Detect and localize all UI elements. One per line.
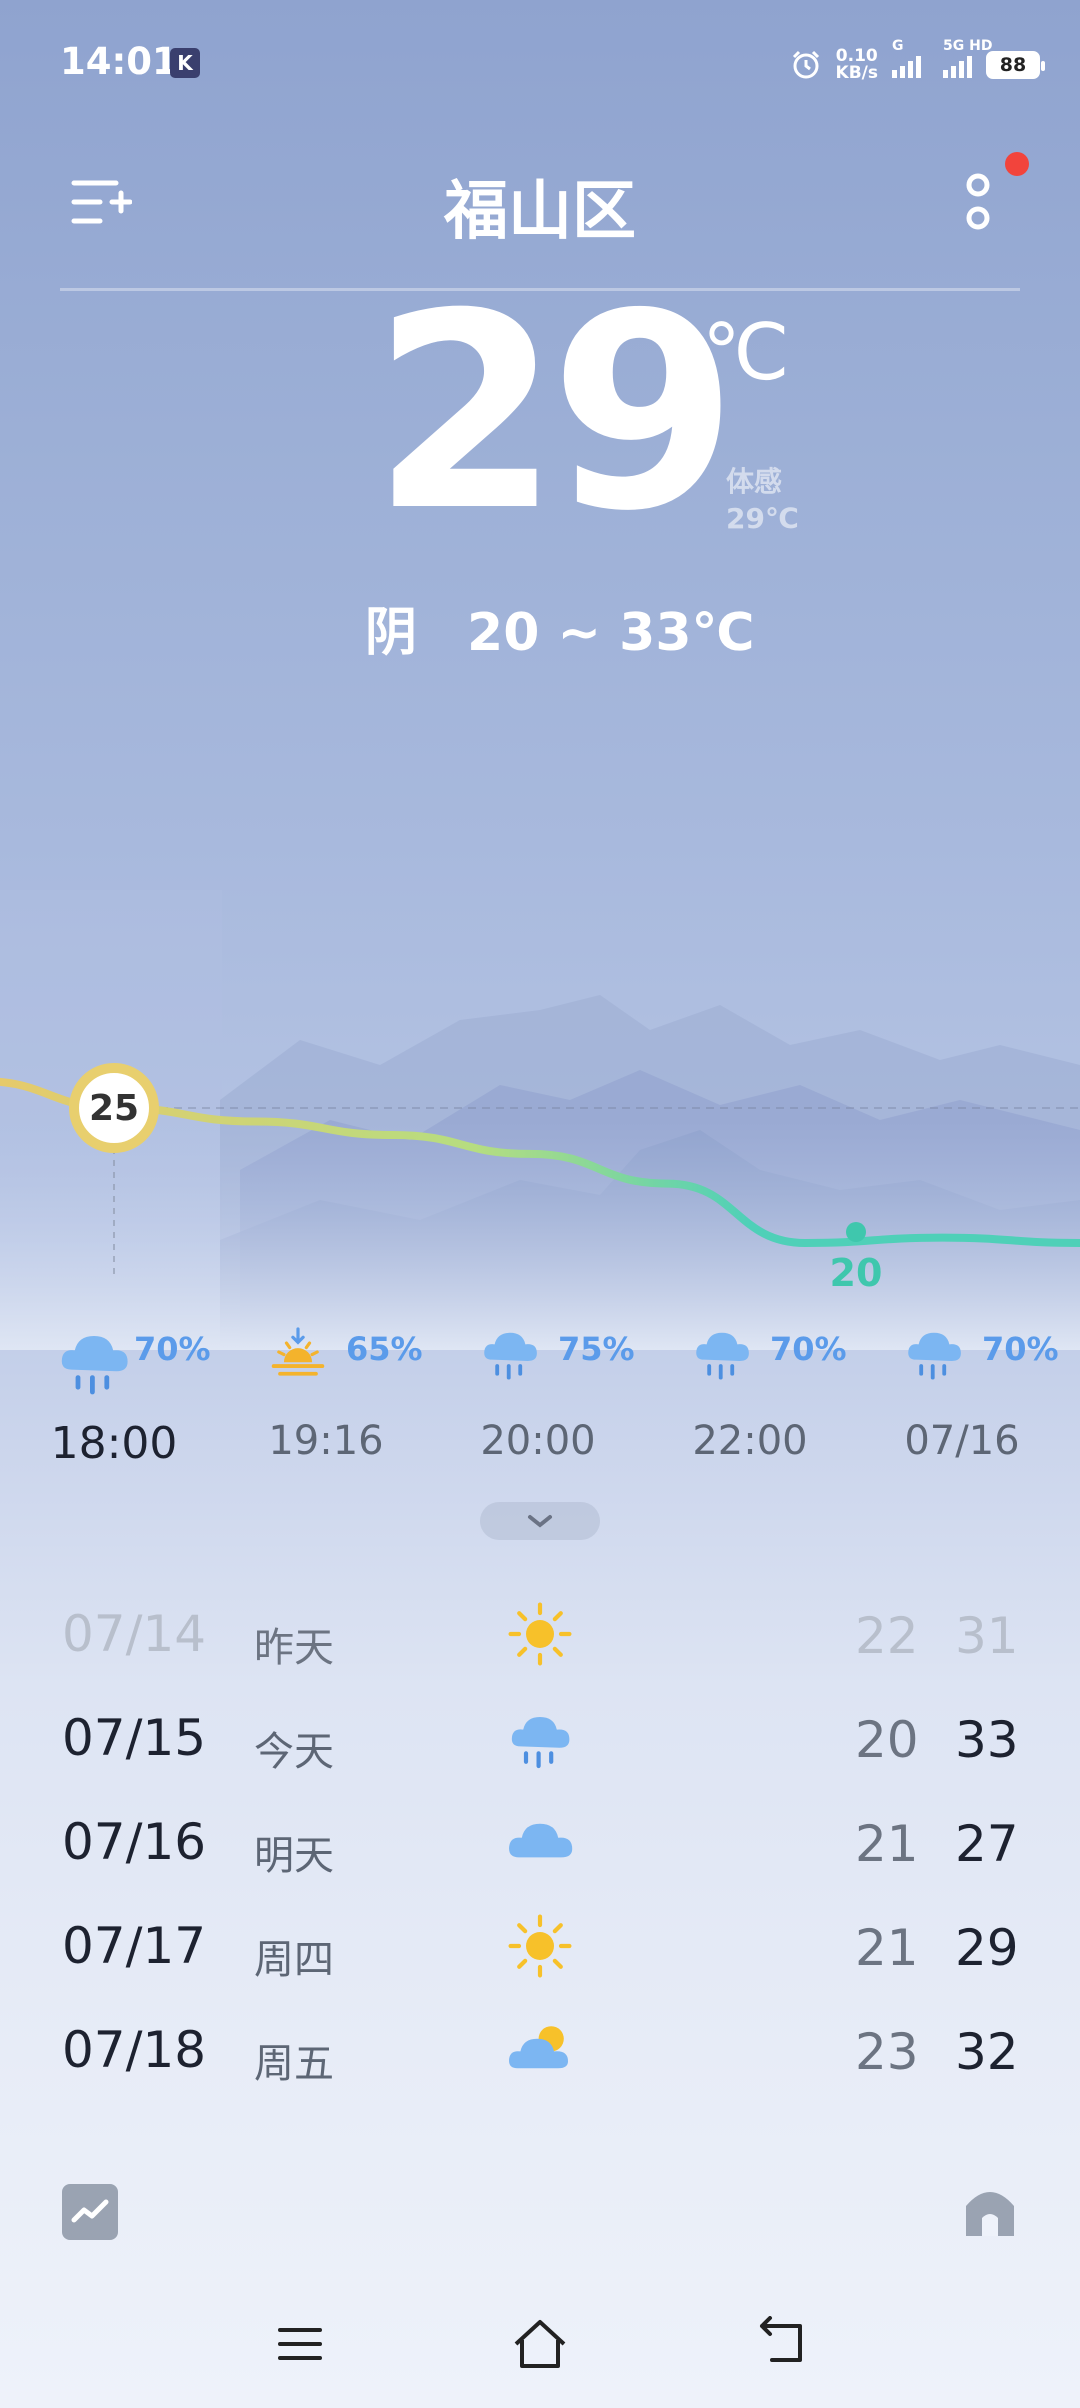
rain-cloud-icon (696, 1332, 749, 1380)
hourly-time: 20:00 (480, 1418, 596, 1464)
temperature-unit: ℃ (702, 308, 790, 398)
more-options-icon[interactable] (960, 170, 1000, 240)
daily-high-temp: 27 (955, 1815, 1019, 1873)
chevron-down-icon (528, 1515, 552, 1528)
daily-row[interactable]: 07/14 昨天 22 31 (0, 1585, 1080, 1685)
daily-high-temp: 29 (955, 1919, 1019, 1977)
hourly-time: 19:16 (268, 1418, 384, 1464)
signal-5g-icon: 5G HD (943, 38, 992, 78)
temperature-curve (0, 1077, 1080, 1248)
expand-handle[interactable] (480, 1502, 600, 1540)
hourly-item[interactable]: 65% 19:16 (226, 1320, 426, 1464)
hourly-item[interactable]: 70% 07/16 (862, 1320, 1062, 1464)
hourly-time: 18:00 (50, 1418, 178, 1469)
hourly-icon-wrap (54, 1320, 144, 1400)
min-temp-point (846, 1222, 866, 1242)
daily-low-temp: 21 (855, 1919, 919, 1977)
status-icons: 0.10 KB/s G 5G HD 88 (790, 38, 1045, 90)
daily-low-temp: 22 (855, 1607, 919, 1665)
sun-icon (508, 1602, 572, 1666)
sunset-icon (271, 1327, 325, 1376)
condition-text: 阴 (365, 603, 418, 663)
hourly-time: 22:00 (692, 1418, 808, 1464)
hourly-icon-wrap (902, 1320, 992, 1400)
daily-icon-wrap (505, 1807, 575, 1877)
signal-icon: G (892, 38, 921, 78)
daily-row[interactable]: 07/18 周五 23 32 (0, 2001, 1080, 2101)
home-page-icon[interactable] (962, 2180, 1018, 2240)
daily-row[interactable]: 07/17 周四 21 29 (0, 1897, 1080, 1997)
sun-icon (508, 1914, 572, 1978)
daily-date: 07/16 (62, 1813, 207, 1871)
daily-icon-wrap (505, 2015, 575, 2085)
hourly-icon-wrap (690, 1320, 780, 1400)
daily-high-temp: 32 (955, 2023, 1019, 2081)
daily-row[interactable]: 07/15 今天 20 33 (0, 1689, 1080, 1789)
current-temperature: 29 (372, 255, 738, 570)
trend-icon (71, 2199, 109, 2223)
feels-like-value: 29℃ (726, 502, 799, 535)
city-title: 福山区 (444, 175, 636, 249)
min-temp-label: 20 (830, 1251, 883, 1295)
hourly-item[interactable]: 75% 20:00 (438, 1320, 638, 1464)
precipitation-chance: 65% (346, 1330, 423, 1368)
daily-row[interactable]: 07/16 明天 21 27 (0, 1793, 1080, 1893)
daily-weekday: 今天 (254, 1729, 334, 1775)
daily-low-temp: 23 (855, 2023, 919, 2081)
cloud-icon (509, 1823, 573, 1858)
alarm-icon (792, 50, 819, 79)
daily-icon-wrap (505, 1911, 575, 1981)
feels-like-label: 体感 (726, 465, 783, 498)
rain-cloud-icon (61, 1336, 128, 1395)
notification-dot (1005, 152, 1029, 176)
daily-date: 07/14 (62, 1605, 207, 1663)
status-time: 14:01 (60, 40, 178, 83)
temperature-trend-chart: 25 20 (0, 1063, 1080, 1295)
network-speed: 0.10 KB/s (835, 46, 878, 83)
battery-icon: 88 (986, 51, 1045, 79)
daily-weekday: 周五 (254, 2041, 334, 2087)
condition-line: 阴 20 ~ 33℃ (365, 590, 755, 665)
rain-cloud-icon (511, 1717, 570, 1769)
daily-date: 07/17 (62, 1917, 207, 1975)
daily-weekday: 周四 (254, 1937, 334, 1983)
partly-cloudy-icon (509, 2026, 568, 2069)
hourly-icon-wrap (266, 1320, 356, 1400)
daily-low-temp: 20 (855, 1711, 919, 1769)
daily-weekday: 明天 (254, 1833, 334, 1879)
daily-icon-wrap (505, 1599, 575, 1669)
nav-home-icon[interactable] (510, 2314, 570, 2374)
app-badge-icon: K (170, 48, 200, 78)
daily-weekday: 昨天 (254, 1625, 334, 1671)
rain-cloud-icon (484, 1332, 537, 1380)
hourly-icon-wrap (478, 1320, 568, 1400)
precipitation-chance: 70% (770, 1330, 847, 1368)
daily-date: 07/18 (62, 2021, 207, 2079)
daily-date: 07/15 (62, 1709, 207, 1767)
daily-high-temp: 33 (955, 1711, 1019, 1769)
hourly-item[interactable]: 70% 22:00 (650, 1320, 850, 1464)
daily-high-temp: 31 (955, 1607, 1019, 1665)
temperature-range: 20 ~ 33℃ (467, 603, 755, 663)
precipitation-chance: 70% (134, 1330, 211, 1368)
nav-menu-icon[interactable] (276, 2320, 324, 2368)
precipitation-chance: 75% (558, 1330, 635, 1368)
trend-chart-button[interactable] (62, 2184, 118, 2240)
hourly-item[interactable]: 70% 18:00 (14, 1320, 214, 1469)
current-temp-label: 25 (89, 1088, 139, 1129)
precipitation-chance: 70% (982, 1330, 1059, 1368)
rain-cloud-icon (908, 1332, 961, 1380)
nav-back-icon[interactable] (756, 2316, 808, 2368)
hourly-time: 07/16 (904, 1418, 1020, 1464)
daily-low-temp: 21 (855, 1815, 919, 1873)
daily-icon-wrap (505, 1703, 575, 1773)
